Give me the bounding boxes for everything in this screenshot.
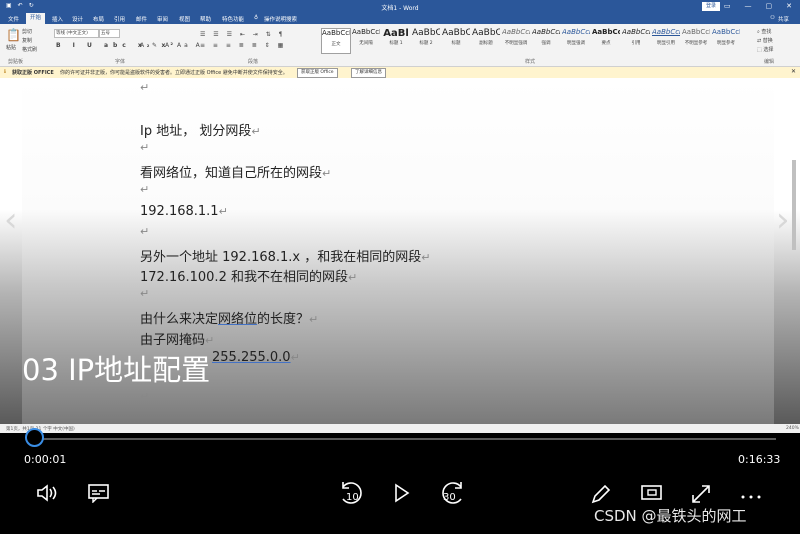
search-icon: ⌕ bbox=[757, 29, 760, 35]
copy-button[interactable]: 复制 bbox=[22, 37, 32, 44]
total-time: 0:16:33 bbox=[738, 453, 781, 466]
share-button[interactable]: 共享 bbox=[778, 15, 789, 23]
style-no-spacing[interactable]: AaBbCcDd无间隔 bbox=[352, 28, 380, 52]
ribbon-display-icon[interactable]: ▭ bbox=[724, 2, 731, 10]
style-heading-1[interactable]: AaBl 标题 1 bbox=[382, 28, 410, 52]
watermark: CSDN @最铁头的网工 bbox=[594, 507, 747, 525]
tab-view[interactable]: 视图 bbox=[179, 15, 190, 23]
window-controls: ▭ — ▢ ✕ bbox=[724, 2, 792, 10]
paragraph-mark: ↵ bbox=[140, 225, 150, 238]
style-title[interactable]: AaBbC 标题 bbox=[442, 28, 470, 52]
style-quote[interactable]: AaBbCcDd引用 bbox=[622, 28, 650, 52]
paragraph-mark: ↵ bbox=[140, 81, 150, 94]
style-strong[interactable]: AaBbCcDd要点 bbox=[592, 28, 620, 52]
progress-track[interactable] bbox=[34, 438, 776, 440]
vertical-scrollbar[interactable] bbox=[792, 160, 796, 250]
word-title-bar: ▣ ↶ ↻ 文档1 - Word 登录 ▭ — ▢ ✕ bbox=[0, 0, 800, 13]
tab-special[interactable]: 特色功能 bbox=[222, 15, 244, 23]
info-title: 获取正版 OFFICE bbox=[12, 70, 54, 76]
style-heading-2[interactable]: AaBbC 标题 2 bbox=[412, 28, 440, 52]
select-icon: ⬚ bbox=[757, 47, 762, 53]
paragraph-mark: ↵ bbox=[140, 287, 150, 300]
progress-handle[interactable] bbox=[25, 428, 44, 447]
doc-line: Ip 地址， 划分网段↵ bbox=[140, 124, 261, 139]
style-intense-reference[interactable]: AaBbCcDd明显参考 bbox=[712, 28, 740, 52]
play-icon[interactable] bbox=[393, 483, 411, 507]
info-icon: ℹ bbox=[4, 69, 6, 75]
paragraph-mark: ↵ bbox=[140, 141, 150, 154]
group-label-editing: 编辑 bbox=[764, 59, 775, 65]
style-emphasis[interactable]: AaBbCcDd强调 bbox=[532, 28, 560, 52]
close-icon[interactable]: ✕ bbox=[786, 2, 792, 10]
current-time: 0:00:01 bbox=[24, 453, 67, 466]
more-icon[interactable] bbox=[740, 486, 762, 505]
style-subtle-emphasis[interactable]: AaBbCcDd不明显强调 bbox=[502, 28, 530, 52]
maximize-icon[interactable]: ▢ bbox=[766, 2, 773, 10]
word-status-bar: 第1页，共1页 21 个字 中文(中国) 240% bbox=[0, 424, 800, 433]
tab-file[interactable]: 文件 bbox=[8, 15, 19, 23]
learn-more-button[interactable]: 了解详细信息 bbox=[351, 68, 386, 78]
tab-review[interactable]: 审阅 bbox=[157, 15, 168, 23]
doc-line: 172.16.100.2 和我不在相同的网段↵ bbox=[140, 270, 358, 285]
video-title: 03 IP地址配置 bbox=[22, 353, 211, 387]
cut-button[interactable]: 剪切 bbox=[22, 28, 32, 35]
tab-home[interactable]: 开始 bbox=[26, 13, 46, 24]
style-subtitle[interactable]: AaBbC 副标题 bbox=[472, 28, 500, 52]
replace-icon: ⇄ bbox=[757, 38, 762, 44]
paragraph-list-buttons[interactable]: ☰ ☰ ☰ ⇤ ⇥ ⇅ ¶ bbox=[200, 31, 285, 38]
forward-30-icon[interactable]: 30 bbox=[438, 481, 466, 511]
find-button[interactable]: ⌕ 查找 bbox=[757, 28, 771, 35]
group-label-font: 字体 bbox=[115, 59, 126, 65]
paste-icon[interactable]: 📋 bbox=[6, 28, 21, 42]
info-message: 你的许可证并非正版，你可能是盗版软件的受害者。立即通过正版 Office 避免中… bbox=[60, 70, 288, 76]
replace-button[interactable]: ⇄ 替换 bbox=[757, 37, 773, 44]
login-button[interactable]: 登录 bbox=[702, 2, 720, 11]
tab-design[interactable]: 设计 bbox=[72, 15, 83, 23]
minimize-icon[interactable]: — bbox=[745, 2, 752, 10]
tab-mailings[interactable]: 邮件 bbox=[136, 15, 147, 23]
doc-line: 由子网掩码↵ bbox=[140, 333, 215, 348]
select-button[interactable]: ⬚ 选择 bbox=[757, 46, 773, 53]
doc-line: 由什么来决定网络位的长度？↵ bbox=[140, 312, 319, 327]
lightbulb-icon: ♁ bbox=[254, 15, 259, 21]
style-normal[interactable]: AaBbCcDd正文 bbox=[321, 28, 351, 54]
ribbon-tabs: 文件 开始 插入 设计 布局 引用 邮件 审阅 视图 帮助 特色功能 ♁ 操作说… bbox=[0, 13, 800, 24]
paragraph-mark: ↵ bbox=[140, 183, 150, 196]
tell-me-search[interactable]: 操作说明搜索 bbox=[264, 15, 297, 23]
style-intense-emphasis[interactable]: AaBbCcDd明显强调 bbox=[562, 28, 590, 52]
font-name-select[interactable]: 等线 (中文正文) bbox=[54, 29, 99, 38]
tab-references[interactable]: 引用 bbox=[114, 15, 125, 23]
group-label-styles: 样式 bbox=[525, 59, 536, 65]
tab-layout[interactable]: 布局 bbox=[93, 15, 104, 23]
doc-line: 看网络位，知道自己所在的网段↵ bbox=[140, 166, 332, 181]
group-label-paragraph: 段落 bbox=[248, 59, 259, 65]
tab-insert[interactable]: 插入 bbox=[52, 15, 63, 23]
ribbon-home: 📋 粘贴 剪切 复制 格式刷 等线 (中文正文) 五号 B I U abc x₂… bbox=[0, 24, 800, 67]
doc-line: 另外一个地址 192.168.1.x ，和我在相同的网段↵ bbox=[140, 250, 431, 265]
font-color-buttons[interactable]: A ✎ A Aa A bbox=[140, 42, 203, 49]
format-painter-button[interactable]: 格式刷 bbox=[22, 46, 37, 53]
style-intense-quote[interactable]: AaBbCcDd明显引用 bbox=[652, 28, 680, 52]
paragraph-align-buttons[interactable]: ≡ ≡ ≡ ≣ ≣ ⇕ ▦ bbox=[200, 42, 286, 49]
paste-button[interactable]: 粘贴 bbox=[6, 44, 16, 51]
captions-icon[interactable] bbox=[87, 483, 111, 507]
volume-icon[interactable] bbox=[36, 483, 60, 507]
group-label-clipboard: 剪贴板 bbox=[8, 59, 24, 65]
style-subtle-reference[interactable]: AaBbCcDd不明显参考 bbox=[682, 28, 710, 52]
chevron-right-icon[interactable]: › bbox=[776, 200, 790, 240]
tab-help[interactable]: 帮助 bbox=[200, 15, 211, 23]
miniplayer-icon[interactable] bbox=[640, 483, 664, 507]
close-icon[interactable]: ✕ bbox=[791, 68, 796, 75]
font-size-select[interactable]: 五号 bbox=[99, 29, 120, 38]
paragraph-mark: ↵ bbox=[140, 390, 150, 403]
person-icon: ⚇ bbox=[770, 15, 775, 21]
chevron-left-icon[interactable]: ‹ bbox=[4, 200, 18, 240]
window-title: 文档1 - Word bbox=[381, 5, 419, 12]
doc-line: 255.255.0.0↵ bbox=[212, 350, 300, 365]
rewind-10-icon[interactable]: 10 bbox=[338, 481, 366, 511]
get-genuine-office-button[interactable]: 获取正版 Office bbox=[297, 68, 338, 78]
zoom-level[interactable]: 240% bbox=[786, 426, 799, 431]
doc-line: 192.168.1.1↵ bbox=[140, 204, 228, 219]
